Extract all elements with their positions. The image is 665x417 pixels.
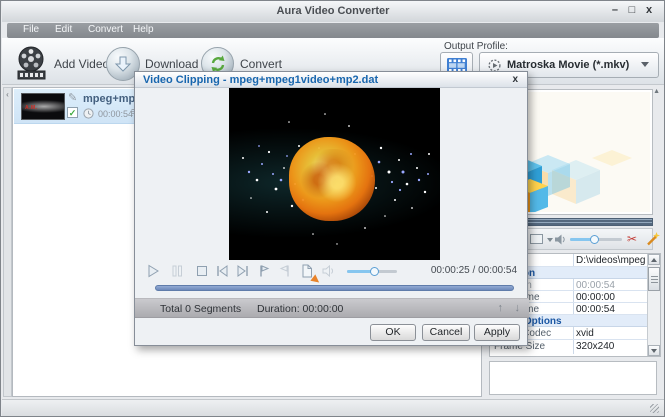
cancel-button[interactable]: Cancel — [422, 324, 470, 341]
status-bar — [2, 399, 665, 417]
scroll-up-icon[interactable] — [648, 254, 660, 265]
app-window: Aura Video Converter – □ x File Edit Con… — [0, 0, 665, 417]
playback-time: 00:00:25 / 00:00:54 — [431, 265, 517, 276]
segments-bar: Total 0 Segments Duration: 00:00:00 ↑ ↓ — [135, 298, 529, 318]
table-scrollbar[interactable] — [647, 254, 660, 356]
segment-up-icon[interactable]: ↑ — [498, 302, 504, 314]
media-item-checkbox[interactable]: ✓ — [67, 107, 78, 118]
stop-icon[interactable] — [194, 263, 210, 279]
description-box — [489, 361, 657, 395]
panel-splitter[interactable]: ‹ — [3, 87, 12, 397]
chevron-down-icon — [641, 62, 649, 67]
mark-start-icon[interactable] — [256, 263, 272, 279]
preview-volume-slider[interactable] — [570, 238, 622, 241]
pause-icon — [169, 263, 185, 279]
video-clipping-dialog: Video Clipping - mpeg+mpeg1video+mp2.dat… — [134, 71, 528, 346]
edit-pencil-icon[interactable]: ✎ — [68, 91, 77, 104]
convert-button[interactable]: Convert — [240, 57, 282, 71]
media-item-duration: 00:00:54 — [98, 109, 133, 119]
menu-bar: File Edit Convert Help — [7, 23, 659, 38]
menu-convert[interactable]: Convert — [88, 24, 123, 35]
mute-speaker-icon — [321, 263, 337, 279]
video-thumbnail: A.M. — [21, 93, 65, 120]
menu-help[interactable]: Help — [133, 24, 154, 35]
panel-scroll-up-icon[interactable]: ▲ — [653, 88, 660, 95]
resize-grip[interactable] — [650, 404, 659, 413]
play-icon[interactable] — [145, 263, 161, 279]
next-frame-icon[interactable] — [235, 263, 251, 279]
effect-wand-icon[interactable] — [645, 231, 660, 247]
apply-button[interactable]: Apply — [474, 324, 520, 341]
mark-end-icon — [277, 263, 293, 279]
scroll-down-icon[interactable] — [648, 345, 660, 356]
prev-frame-icon[interactable] — [214, 263, 230, 279]
snapshot-caret-icon[interactable] — [547, 238, 553, 242]
dialog-header[interactable]: Video Clipping - mpeg+mpeg1video+mp2.dat… — [135, 72, 527, 88]
window-title: Aura Video Converter — [2, 5, 664, 17]
minimize-icon[interactable]: – — [608, 4, 622, 16]
segment-down-icon[interactable]: ↓ — [515, 302, 521, 314]
add-video-button[interactable]: Add Video — [54, 57, 109, 71]
clock-icon — [83, 108, 94, 119]
film-reel-icon[interactable] — [14, 45, 50, 81]
download-button[interactable]: Download — [145, 57, 198, 71]
close-icon[interactable]: x — [642, 4, 656, 16]
clip-scissors-icon[interactable]: ✂ — [627, 232, 637, 246]
dialog-volume-slider[interactable] — [347, 270, 397, 273]
snapshot-icon[interactable] — [530, 234, 543, 244]
dialog-title: Video Clipping - mpeg+mpeg1video+mp2.dat — [143, 74, 378, 86]
output-profile-value: Matroska Movie (*.mkv) — [507, 59, 629, 71]
segments-total: Total 0 Segments — [160, 303, 241, 315]
menu-file[interactable]: File — [23, 24, 39, 35]
scrollbar-thumb[interactable] — [648, 267, 660, 291]
maximize-icon[interactable]: □ — [625, 4, 639, 16]
video-preview — [229, 88, 440, 260]
dialog-close-icon[interactable]: x — [512, 74, 518, 85]
menu-edit[interactable]: Edit — [55, 24, 72, 35]
output-profile-label: Output Profile: — [444, 41, 508, 52]
dialog-transport-bar: 00:00:25 / 00:00:54 — [135, 262, 529, 280]
ok-button[interactable]: OK — [370, 324, 416, 341]
title-bar: Aura Video Converter – □ x — [2, 1, 664, 22]
segments-duration: Duration: 00:00:00 — [257, 303, 343, 315]
collapse-arrow-icon[interactable]: ‹ — [4, 90, 11, 99]
speaker-icon[interactable] — [554, 233, 567, 246]
clip-progress-bar[interactable] — [155, 285, 514, 291]
fireball-frame — [289, 137, 375, 221]
thumbnail-text: A.M. — [25, 105, 38, 111]
